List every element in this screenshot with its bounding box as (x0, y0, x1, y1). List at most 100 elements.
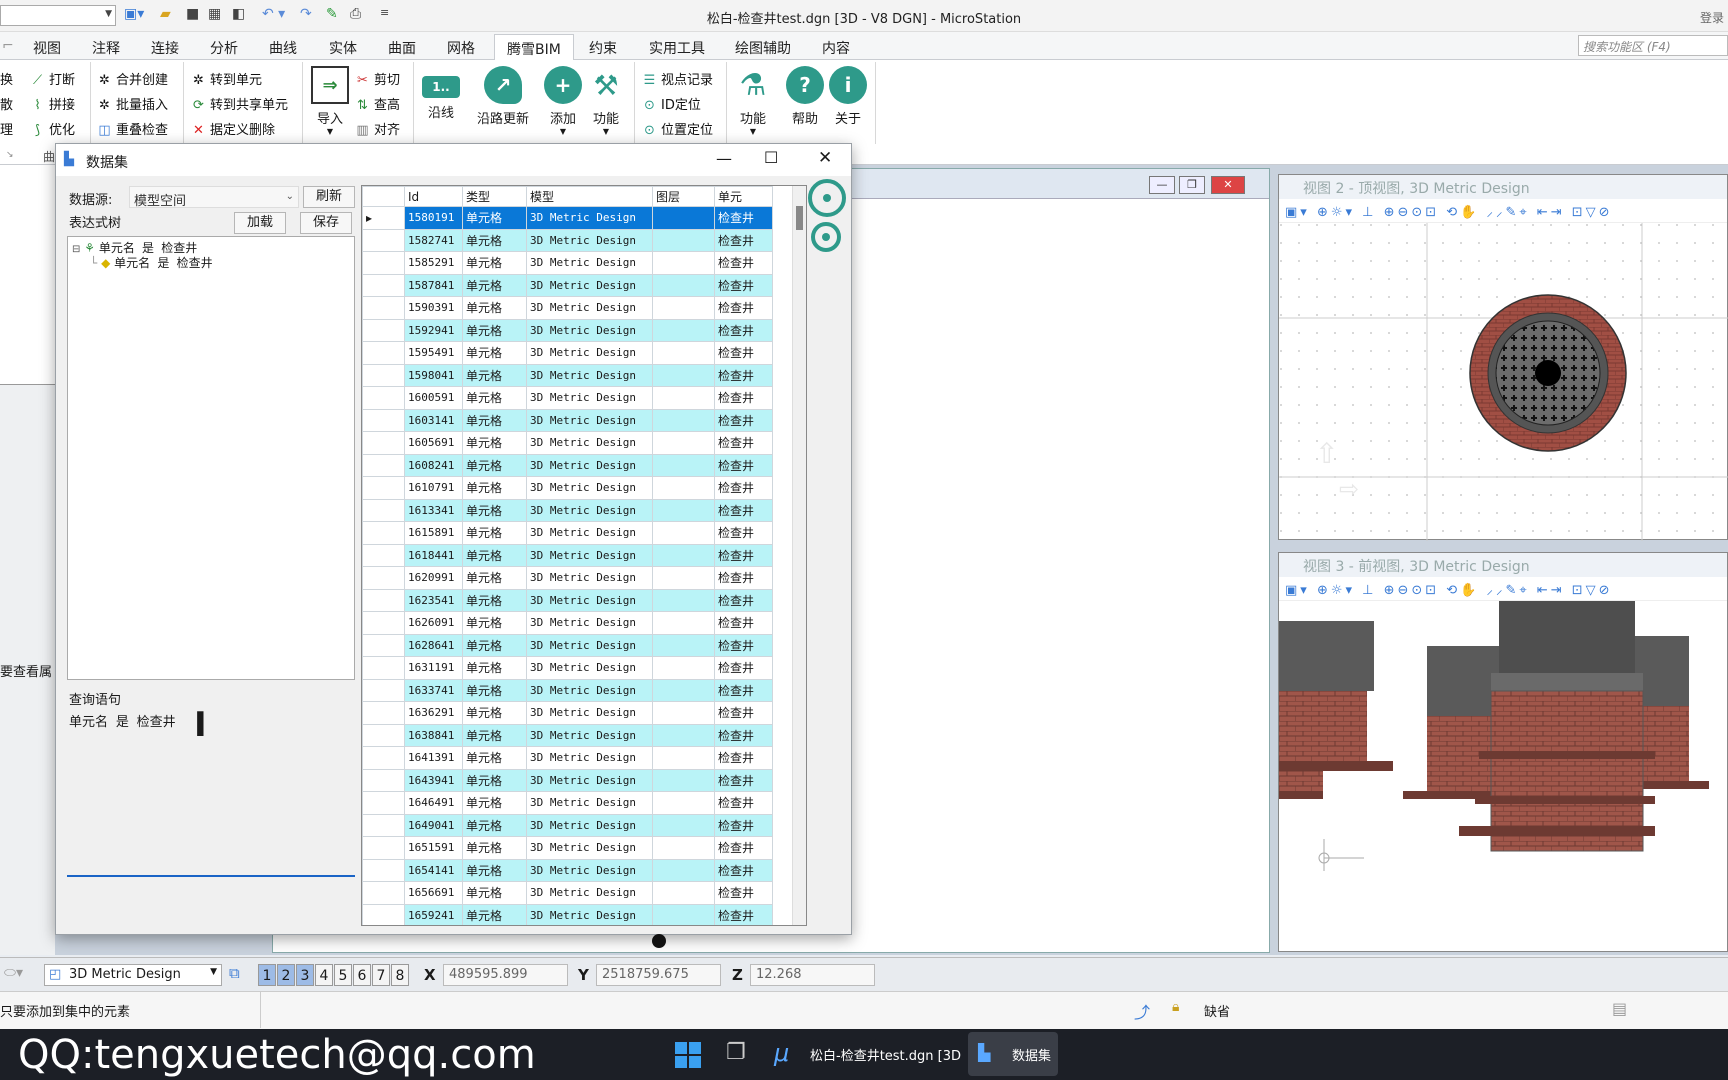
tab-utilities[interactable]: 实用工具 (649, 38, 705, 58)
y-coordinate[interactable]: 2518759.675 (596, 964, 721, 986)
tab-constraints[interactable]: 约束 (589, 38, 617, 58)
table-row[interactable]: 1585291 单元格 3D Metric Design 检查井 (362, 251, 773, 275)
cell-type[interactable]: 单元格 (462, 453, 527, 477)
row-header[interactable] (362, 363, 405, 387)
cell-id[interactable]: 1636291 (404, 701, 463, 725)
cell-model[interactable]: 3D Metric Design (526, 791, 653, 815)
row-header[interactable] (362, 633, 405, 657)
cell-id[interactable]: 1592941 (404, 318, 463, 342)
refresh-button[interactable]: 刷新 (303, 186, 355, 208)
dialog-launcher-icon[interactable]: ↘ (6, 150, 14, 160)
cell-level[interactable] (652, 746, 715, 770)
delete-by-def-button[interactable]: ✕ 据定义删除 (191, 119, 275, 138)
microstation-icon[interactable]: μ (774, 1039, 789, 1067)
cell-level[interactable] (652, 296, 715, 320)
cell-id[interactable]: 1610791 (404, 476, 463, 500)
cell-id[interactable]: 1585291 (404, 251, 463, 275)
cell-model[interactable]: 3D Metric Design (526, 768, 653, 792)
to-shared-cell-button[interactable]: ⟳ 转到共享单元 (191, 94, 288, 113)
row-header[interactable] (362, 566, 405, 590)
cell-id[interactable]: 1608241 (404, 453, 463, 477)
cell-level[interactable] (652, 858, 715, 882)
cell-model[interactable]: 3D Metric Design (526, 813, 653, 837)
cell-type[interactable]: 单元格 (462, 476, 527, 500)
function-button[interactable]: ⚒ 功能 ▼ (587, 66, 625, 136)
view-3-toolbar[interactable]: ▣▾ ⊕☼▾ ⊥ ⊕⊖⊙⊡ ⟲✋ ⸝⸝✎⌖ ⇤⇥ ⊡▽⊘ (1279, 577, 1727, 601)
cell-level[interactable] (652, 431, 715, 455)
cell-model[interactable]: 3D Metric Design (526, 363, 653, 387)
row-header[interactable] (362, 858, 405, 882)
cell-type[interactable]: 单元格 (462, 836, 527, 860)
cell-model[interactable]: 3D Metric Design (526, 858, 653, 882)
view-toggle-5[interactable]: 5 (334, 964, 352, 986)
table-row[interactable]: ▸ 1580191 单元格 3D Metric Design 检查井 (362, 206, 773, 230)
views-icon[interactable]: ⧉ (229, 964, 240, 982)
cell-model[interactable]: 3D Metric Design (526, 498, 653, 522)
cell-cell[interactable]: 检查井 (714, 791, 773, 815)
model-select[interactable]: ◰ 3D Metric Design ▼ (44, 964, 222, 986)
restore-button[interactable]: ❐ (1179, 176, 1205, 194)
load-button[interactable]: 加载 (234, 212, 286, 234)
printer-status-icon[interactable]: ▤ (1612, 999, 1627, 1018)
cell-cell[interactable]: 检查井 (714, 858, 773, 882)
cell-level[interactable] (652, 341, 715, 365)
table-row[interactable]: 1620991 单元格 3D Metric Design 检查井 (362, 566, 773, 590)
join-button[interactable]: ⌇ 拼接 (30, 94, 75, 113)
table-row[interactable]: 1623541 单元格 3D Metric Design 检查井 (362, 588, 773, 612)
cell-model[interactable]: 3D Metric Design (526, 341, 653, 365)
cut-label-3[interactable]: 理 (0, 119, 13, 138)
sphere-icon[interactable]: ⬭▾ (4, 965, 23, 981)
align-button[interactable]: ▥ 对齐 (355, 119, 400, 138)
table-row[interactable]: 1643941 单元格 3D Metric Design 检查井 (362, 768, 773, 792)
cell-model[interactable]: 3D Metric Design (526, 723, 653, 747)
table-row[interactable]: 1600591 单元格 3D Metric Design 检查井 (362, 386, 773, 410)
cell-level[interactable] (652, 228, 715, 252)
collapse-icon[interactable]: ⊟ (72, 244, 80, 255)
scrollbar-thumb[interactable] (796, 206, 803, 230)
cut-label-1[interactable]: 换 (0, 69, 13, 88)
cell-cell[interactable]: 检查井 (714, 656, 773, 680)
cell-level[interactable] (652, 768, 715, 792)
row-header[interactable] (362, 476, 405, 500)
row-header[interactable] (362, 386, 405, 410)
cell-cell[interactable]: 检查井 (714, 318, 773, 342)
row-header[interactable] (362, 768, 405, 792)
tab-surfaces[interactable]: 曲面 (388, 38, 416, 58)
cell-id[interactable]: 1643941 (404, 768, 463, 792)
cell-model[interactable]: 3D Metric Design (526, 903, 653, 925)
cell-cell[interactable]: 检查井 (714, 543, 773, 567)
row-header[interactable] (362, 408, 405, 432)
cell-level[interactable] (652, 408, 715, 432)
table-row[interactable]: 1595491 单元格 3D Metric Design 检查井 (362, 341, 773, 365)
cell-cell[interactable]: 检查井 (714, 701, 773, 725)
start-icon[interactable] (675, 1042, 701, 1068)
cell-model[interactable]: 3D Metric Design (526, 678, 653, 702)
cell-type[interactable]: 单元格 (462, 341, 527, 365)
table-row[interactable]: 1605691 单元格 3D Metric Design 检查井 (362, 431, 773, 455)
table-row[interactable]: 1646491 单元格 3D Metric Design 检查井 (362, 791, 773, 815)
cell-level[interactable] (652, 363, 715, 387)
tab-analyze[interactable]: 分析 (210, 38, 238, 58)
table-row[interactable]: 1592941 单元格 3D Metric Design 检查井 (362, 318, 773, 342)
cell-level[interactable] (652, 633, 715, 657)
optimize-button[interactable]: ⟆ 优化 (30, 119, 75, 138)
cell-model[interactable]: 3D Metric Design (526, 611, 653, 635)
view-toggle-2[interactable]: 2 (277, 964, 295, 986)
row-header[interactable] (362, 251, 405, 275)
default-level[interactable]: 缺省 (1204, 1001, 1230, 1020)
add-button[interactable]: + 添加 ▼ (544, 66, 582, 136)
cell-id[interactable]: 1582741 (404, 228, 463, 252)
taskbar-app-dataset[interactable]: 数据集 (1012, 1045, 1051, 1064)
cell-level[interactable] (652, 318, 715, 342)
cell-id[interactable]: 1615891 (404, 521, 463, 545)
row-header[interactable] (362, 341, 405, 365)
x-coordinate[interactable]: 489595.899 (443, 964, 568, 986)
position-locate-button[interactable]: ⊙ 位置定位 (642, 119, 713, 138)
cell-cell[interactable]: 检查井 (714, 273, 773, 297)
cell-type[interactable]: 单元格 (462, 611, 527, 635)
tab-mesh[interactable]: 网格 (447, 38, 475, 58)
cell-model[interactable]: 3D Metric Design (526, 228, 653, 252)
cell-cell[interactable]: 检查井 (714, 228, 773, 252)
function2-button[interactable]: ⚗ 功能 ▼ (734, 66, 772, 136)
row-header[interactable] (362, 656, 405, 680)
